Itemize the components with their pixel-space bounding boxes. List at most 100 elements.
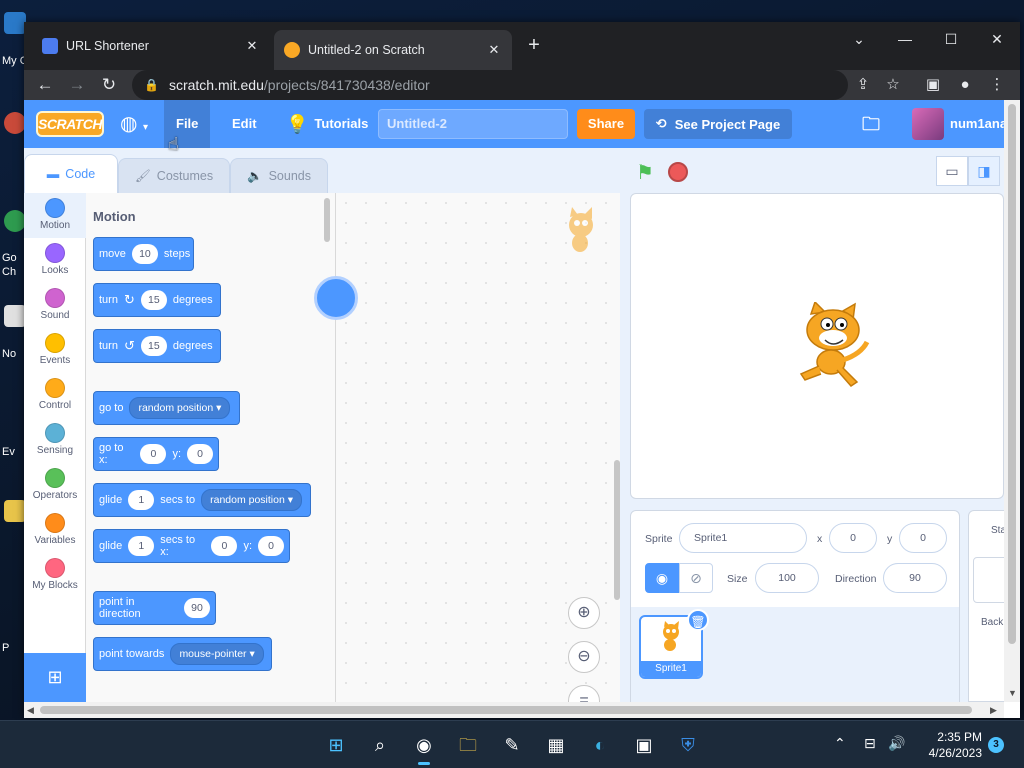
stage[interactable] — [630, 193, 1004, 499]
address-bar[interactable]: 🔒 scratch.mit.edu/projects/841730438/edi… — [132, 70, 848, 100]
search-icon[interactable]: ⌕ — [364, 729, 396, 761]
x-field[interactable]: 0 — [829, 523, 877, 553]
start-windows-icon[interactable]: ⊞ — [320, 729, 352, 761]
close-tab-icon[interactable]: ✕ — [244, 38, 260, 54]
scrollbar-thumb[interactable] — [40, 706, 972, 714]
system-clock[interactable]: 2:35 PM 4/26/2023 — [918, 729, 982, 761]
sprite-cat-on-stage[interactable] — [791, 302, 881, 392]
zoom-out-icon[interactable]: ⊖ — [568, 641, 600, 673]
block-go-to-xy[interactable]: go to x: 0 y: 0 — [93, 437, 219, 471]
tab-search-icon[interactable]: ⌄ — [836, 26, 882, 52]
y-field[interactable]: 0 — [899, 523, 947, 553]
block-point-in-direction[interactable]: point in direction 90 — [93, 591, 216, 625]
size-field[interactable]: 100 — [755, 563, 819, 593]
workspace-scrollbar[interactable] — [614, 460, 620, 600]
paint-app-icon[interactable]: ✎ — [496, 729, 528, 761]
stage-target-pane[interactable]: Sta Back — [968, 510, 1004, 702]
close-tab-icon[interactable]: ✕ — [486, 42, 502, 58]
block-input[interactable]: 1 — [128, 536, 155, 556]
block-input[interactable]: 1 — [128, 490, 155, 510]
block-input[interactable]: 10 — [131, 244, 158, 264]
palette-scrollbar[interactable] — [324, 198, 330, 242]
see-project-page-button[interactable]: ⟲ See Project Page — [644, 109, 792, 139]
direction-field[interactable]: 90 — [883, 563, 947, 593]
add-extension-icon[interactable]: ⊞ — [24, 653, 86, 702]
project-title-input[interactable]: Untitled-2 — [378, 109, 568, 139]
menu-icon[interactable]: ⋮ — [984, 72, 1010, 98]
chrome-taskbar-icon[interactable]: ◉ — [408, 729, 440, 765]
category-variables[interactable]: Variables — [24, 508, 86, 553]
block-go-to[interactable]: go to random position ▾ — [93, 391, 240, 425]
tab-scratch[interactable]: Untitled-2 on Scratch ✕ — [274, 30, 512, 70]
edge-browser-icon[interactable]: ◐ — [584, 729, 616, 761]
green-flag-icon[interactable]: ⚑ — [636, 160, 654, 185]
sprite-name-field[interactable]: Sprite1 — [679, 523, 807, 553]
stop-sign-icon[interactable] — [668, 162, 688, 182]
block-turn-left[interactable]: turn ↺ 15 degrees — [93, 329, 221, 363]
block-dropdown[interactable]: random position ▾ — [129, 397, 231, 419]
tab-url-shortener[interactable]: URL Shortener ✕ — [32, 30, 270, 62]
block-input-x[interactable]: 0 — [211, 536, 238, 556]
bookmark-star-icon[interactable]: ☆ — [880, 72, 906, 98]
block-turn-right[interactable]: turn ↻ 15 degrees — [93, 283, 221, 317]
tab-code[interactable]: ▬ Code — [24, 154, 118, 193]
file-explorer-icon[interactable]: 🗀 — [452, 729, 484, 761]
block-move-steps[interactable]: move 10 steps — [93, 237, 194, 271]
scratch-logo[interactable]: SCRATCH — [36, 111, 104, 137]
menu-tutorials[interactable]: 💡 Tutorials — [274, 100, 380, 148]
volume-icon[interactable]: 🔊 — [888, 735, 905, 752]
normal-stage-icon[interactable]: ◨ — [968, 156, 1000, 186]
code-workspace[interactable]: ⊕ ⊖ = — [336, 193, 620, 702]
screen-tool-icon[interactable]: ▣ — [628, 729, 660, 761]
notification-badge[interactable]: 3 — [988, 737, 1004, 753]
desktop-icon-app[interactable] — [4, 112, 26, 134]
hide-sprite-eye-icon[interactable]: ⊘ — [679, 563, 713, 593]
scroll-down-arrow-icon[interactable]: ▼ — [1008, 688, 1017, 698]
zoom-reset-icon[interactable]: = — [568, 685, 600, 702]
block-input[interactable]: 90 — [184, 598, 210, 618]
scroll-right-arrow-icon[interactable]: ▶ — [990, 705, 997, 716]
back-icon[interactable]: ← — [32, 72, 58, 98]
category-operators[interactable]: Operators — [24, 463, 86, 508]
delete-sprite-trash-icon[interactable]: 🗑 — [687, 609, 709, 631]
reload-icon[interactable]: ↻ — [96, 72, 122, 98]
profile-icon[interactable]: ● — [952, 72, 978, 98]
small-stage-icon[interactable]: ▭ — [936, 156, 968, 186]
zoom-in-icon[interactable]: ⊕ — [568, 597, 600, 629]
forward-icon[interactable]: → — [64, 72, 90, 98]
username[interactable]: num1ana — [950, 100, 1004, 148]
category-events[interactable]: Events — [24, 328, 86, 373]
show-sprite-eye-icon[interactable]: ◉ — [645, 563, 679, 593]
block-dropdown[interactable]: random position ▾ — [201, 489, 303, 511]
block-input[interactable]: 15 — [140, 336, 167, 356]
block-glide-to[interactable]: glide 1 secs to random position ▾ — [93, 483, 311, 517]
desktop-icon-notepad[interactable] — [4, 305, 26, 327]
category-looks[interactable]: Looks — [24, 238, 86, 283]
share-page-icon[interactable]: ⇪ — [850, 72, 876, 98]
my-stuff-folder-icon[interactable]: 🗀 — [862, 112, 880, 142]
menu-edit[interactable]: Edit — [220, 100, 269, 148]
choose-sprite-button[interactable] — [314, 276, 358, 320]
network-icon[interactable]: ⊟ — [864, 735, 876, 752]
security-shield-icon[interactable]: ⛨ — [672, 729, 704, 761]
category-my-blocks[interactable]: My Blocks — [24, 553, 86, 598]
tab-sounds[interactable]: 🔈 Sounds — [230, 158, 328, 193]
desktop-icon-chrome[interactable] — [4, 210, 26, 232]
share-button[interactable]: Share — [577, 109, 635, 139]
block-glide-to-xy[interactable]: glide 1 secs to x: 0 y: 0 — [93, 529, 290, 563]
new-tab-button[interactable]: + — [522, 34, 546, 58]
control-panel-icon[interactable]: ▦ — [540, 729, 572, 761]
block-input-y[interactable]: 0 — [258, 536, 284, 556]
page-horizontal-scrollbar[interactable]: ◀ ▶ — [24, 702, 1004, 718]
category-sensing[interactable]: Sensing — [24, 418, 86, 463]
block-dropdown[interactable]: mouse-pointer ▾ — [170, 643, 264, 665]
category-sound[interactable]: Sound — [24, 283, 86, 328]
scrollbar-thumb[interactable] — [1008, 104, 1016, 644]
block-input[interactable]: 15 — [140, 290, 167, 310]
page-vertical-scrollbar[interactable]: ▼ — [1004, 100, 1020, 702]
tab-costumes[interactable]: 🖌 Costumes — [118, 158, 230, 193]
close-window-icon[interactable]: ✕ — [974, 26, 1020, 52]
desktop-icon-folder[interactable] — [4, 500, 26, 522]
maximize-icon[interactable]: ☐ — [928, 26, 974, 52]
category-motion[interactable]: Motion — [24, 193, 86, 238]
